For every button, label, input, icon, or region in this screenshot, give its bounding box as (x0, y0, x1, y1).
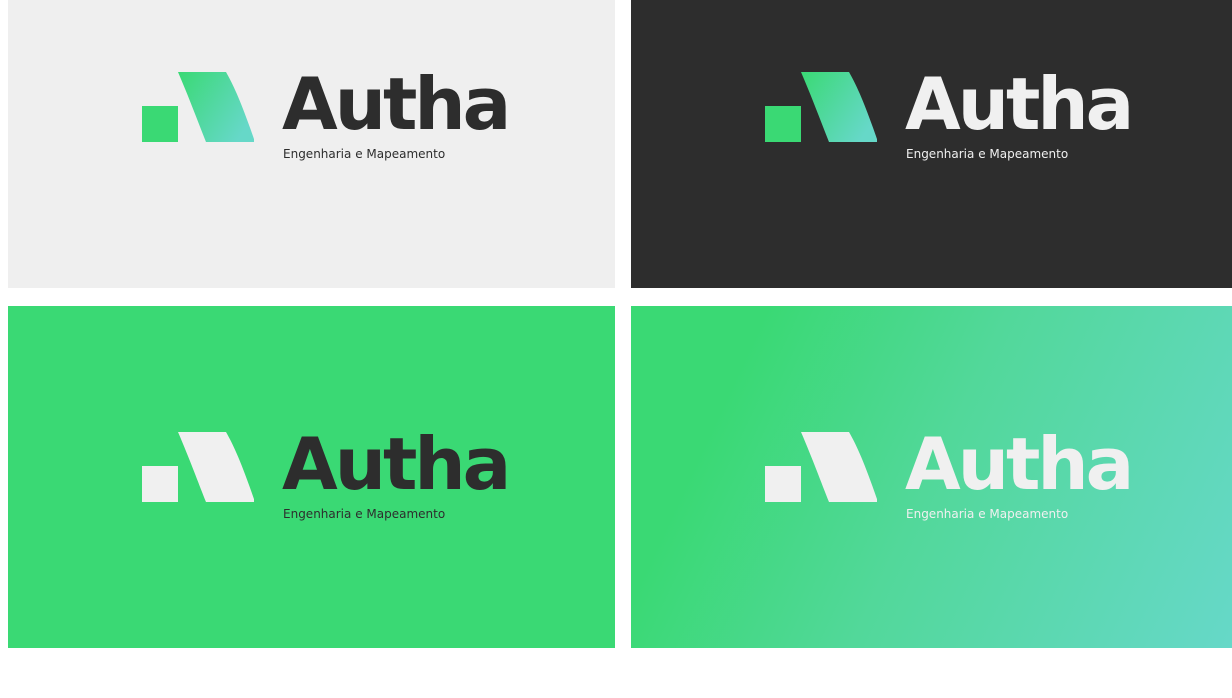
logo-panel-green: Autha Engenharia e Mapeamento (8, 306, 615, 648)
logo-panel-gradient: Autha Engenharia e Mapeamento (631, 306, 1232, 648)
autha-logo-mark-icon (765, 432, 877, 502)
autha-logo: Autha Engenharia e Mapeamento (757, 426, 1134, 526)
brand-wordmark: Autha (282, 422, 511, 506)
brand-wordmark: Autha (282, 62, 511, 146)
logo-panel-light: Autha Engenharia e Mapeamento (8, 0, 615, 288)
autha-logo: Autha Engenharia e Mapeamento (134, 66, 511, 166)
brand-wordmark: Autha (905, 422, 1134, 506)
autha-logo-mark-icon (142, 432, 254, 502)
brand-tagline: Engenharia e Mapeamento (906, 147, 1069, 161)
brand-tagline: Engenharia e Mapeamento (906, 507, 1069, 521)
brand-tagline: Engenharia e Mapeamento (283, 147, 446, 161)
autha-logo: Autha Engenharia e Mapeamento (757, 66, 1134, 166)
logo-panel-dark: Autha Engenharia e Mapeamento (631, 0, 1232, 288)
brand-wordmark: Autha (905, 62, 1134, 146)
autha-logo-mark-icon (142, 72, 254, 142)
autha-logo-mark-icon (765, 72, 877, 142)
brand-tagline: Engenharia e Mapeamento (283, 507, 446, 521)
autha-logo: Autha Engenharia e Mapeamento (134, 426, 511, 526)
